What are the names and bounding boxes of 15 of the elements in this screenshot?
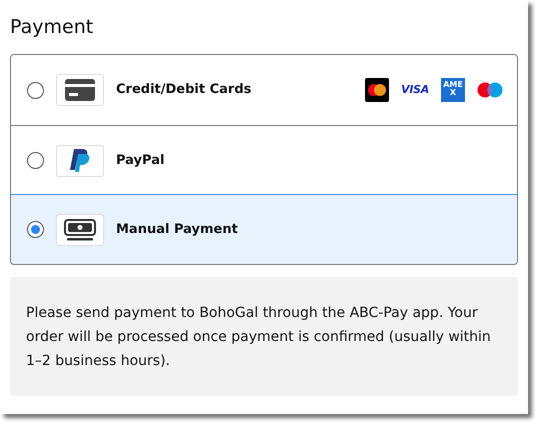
- radio-button[interactable]: [27, 221, 44, 238]
- card-icon: [56, 74, 104, 106]
- radio-button[interactable]: [27, 82, 44, 98]
- card-logo-icon: [477, 82, 503, 98]
- paypal-icon: [56, 144, 104, 176]
- option-label[interactable]: Manual Payment: [116, 220, 238, 240]
- visa-logo: VISA: [401, 82, 429, 98]
- card-logo-icon: [365, 78, 390, 102]
- option-label[interactable]: PayPal: [116, 150, 164, 170]
- radio-button[interactable]: [27, 152, 44, 169]
- option-label[interactable]: Credit/Debit Cards: [116, 80, 252, 100]
- banknote-icon: [56, 214, 104, 246]
- instructions-text: Please send payment to BohoGal through the ABC-Pay app. Your order will be processed once payment is confirmed (usually within 1–2 business hours).: [26, 304, 492, 370]
- amex-logo: AMEX: [441, 78, 465, 102]
- section-title: Payment: [10, 15, 94, 40]
